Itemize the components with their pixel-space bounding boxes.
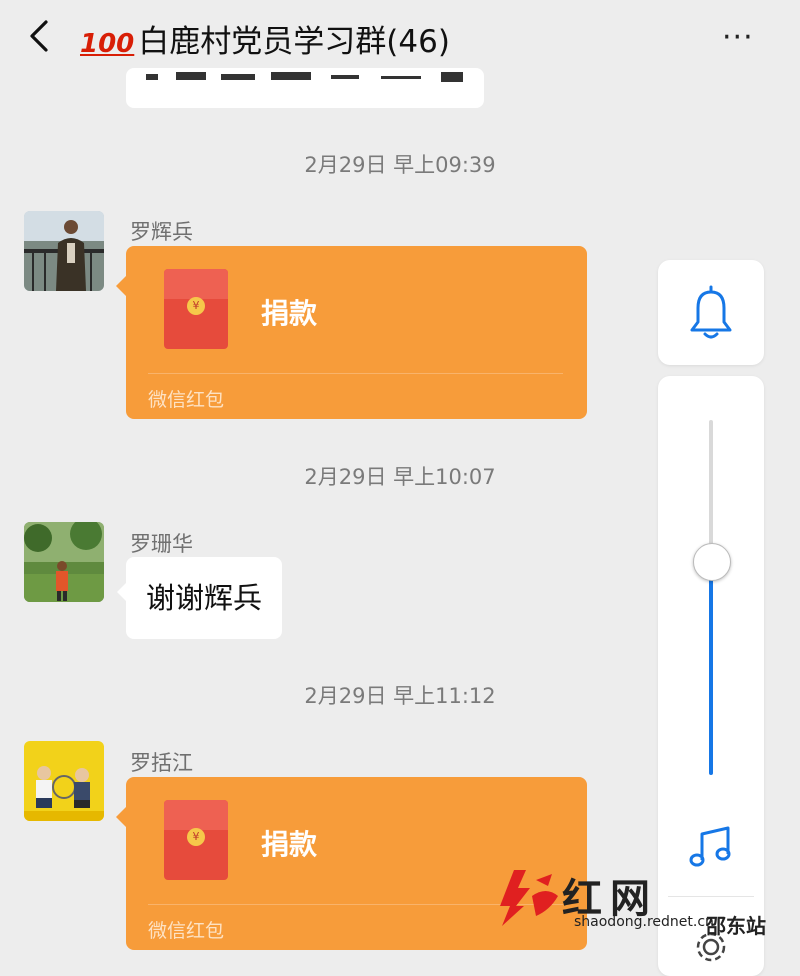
volume-panel: [658, 376, 764, 976]
ringer-mode-button[interactable]: [658, 260, 764, 365]
sender-name: 罗括江: [130, 751, 193, 775]
bell-icon: [690, 285, 732, 339]
avatar[interactable]: [24, 741, 104, 821]
chat-title: 100 白鹿村党员学习群(46): [80, 16, 450, 61]
watermark-station: 邵东站: [706, 914, 766, 938]
bubble-tail: [116, 807, 126, 827]
sender-name: 罗珊华: [130, 532, 193, 556]
avatar[interactable]: [24, 211, 104, 291]
previous-message-bubble: [126, 68, 484, 108]
divider: [148, 373, 563, 374]
red-packet-label: 微信红包: [148, 389, 225, 411]
message-text: 谢谢辉兵: [146, 581, 263, 615]
red-packet-title: 捐款: [261, 828, 318, 861]
red-packet-label: 微信红包: [148, 920, 225, 942]
chevron-left-icon[interactable]: [22, 14, 62, 58]
avatar-photo: [24, 741, 104, 821]
chat-header: 100 白鹿村党员学习群(46) ···: [0, 0, 800, 76]
timestamp: 2月29日 早上09:39: [304, 153, 496, 177]
volume-slider-thumb[interactable]: [693, 543, 731, 581]
more-dots-icon[interactable]: ···: [722, 20, 754, 55]
text-message[interactable]: 谢谢辉兵: [117, 557, 283, 639]
volume-level-fill: [709, 565, 713, 775]
rednet-logo: [500, 870, 558, 926]
red-envelope-icon: ¥: [164, 800, 228, 880]
clipped-message-text: [146, 72, 463, 82]
hundred-points-icon: 100: [80, 29, 135, 59]
yuan-coin-icon: ¥: [187, 828, 205, 846]
bubble-tail: [117, 583, 126, 601]
bubble-tail: [116, 276, 126, 296]
avatar-photo: [24, 211, 104, 291]
red-packet-title: 捐款: [261, 297, 318, 330]
avatar[interactable]: [24, 522, 104, 602]
red-packet-message[interactable]: ¥ 捐款 微信红包: [116, 246, 587, 419]
divider: [668, 896, 754, 897]
yuan-coin-icon: ¥: [187, 297, 205, 315]
music-note-icon: [689, 826, 731, 867]
avatar-photo: [24, 522, 104, 602]
group-name: 白鹿村党员学习群(46): [138, 24, 450, 60]
sender-name: 罗辉兵: [130, 220, 193, 244]
watermark-url: shaodong.rednet.cn: [574, 914, 714, 930]
red-envelope-icon: ¥: [164, 269, 228, 349]
